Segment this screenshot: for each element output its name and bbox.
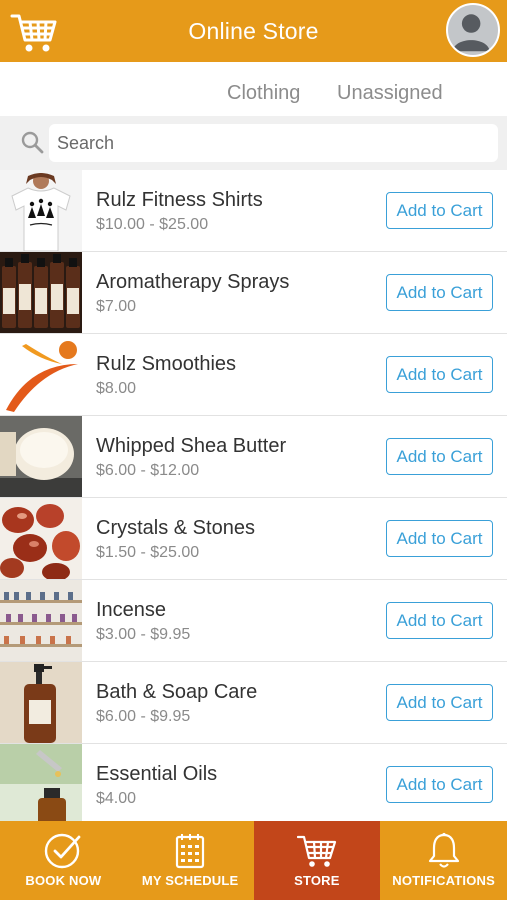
tab-clothing[interactable]: Clothing	[227, 82, 300, 105]
add-to-cart-button[interactable]: Add to Cart	[386, 356, 493, 393]
nav-book-now[interactable]: BOOK NOW	[0, 821, 127, 900]
calendar-icon	[176, 834, 205, 869]
product-name: Essential Oils	[96, 763, 218, 785]
nav-label: BOOK NOW	[25, 873, 102, 888]
dropper-bottle-image	[0, 744, 82, 821]
cart-icon[interactable]	[10, 12, 58, 54]
add-to-cart-button[interactable]: Add to Cart	[386, 602, 493, 639]
red-stones-image	[0, 498, 82, 579]
search-bar	[0, 116, 507, 170]
add-to-cart-button[interactable]: Add to Cart	[386, 684, 493, 721]
product-name: Rulz Fitness Shirts	[96, 189, 263, 211]
add-to-cart-button[interactable]: Add to Cart	[386, 438, 493, 475]
product-name: Aromatherapy Sprays	[96, 271, 290, 293]
search-icon	[20, 130, 44, 154]
swoosh-logo-image	[0, 334, 82, 415]
product-price: $6.00 - $9.95	[96, 708, 191, 725]
nav-my-schedule[interactable]: MY SCHEDULE	[127, 821, 254, 900]
list-item[interactable]: Essential Oils $4.00 Add to Cart	[0, 744, 507, 821]
product-name: Bath & Soap Care	[96, 681, 258, 703]
product-price: $3.00 - $9.95	[96, 626, 191, 643]
spray-bottles-image	[0, 252, 82, 333]
product-name: Whipped Shea Butter	[96, 435, 287, 457]
app-header: Online Store	[0, 0, 507, 62]
list-item[interactable]: Aromatherapy Sprays $7.00 Add to Cart	[0, 252, 507, 334]
category-tabs: Clothing Unassigned	[0, 62, 507, 116]
cart-icon	[296, 835, 336, 867]
product-price: $6.00 - $12.00	[96, 462, 200, 479]
product-price: $8.00	[96, 380, 137, 397]
nav-label: STORE	[294, 873, 340, 888]
add-to-cart-button[interactable]: Add to Cart	[386, 192, 493, 229]
t-shirt-image	[0, 170, 82, 251]
product-name: Incense	[96, 599, 167, 621]
product-list: Rulz Fitness Shirts $10.00 - $25.00 Add …	[0, 170, 507, 821]
list-item[interactable]: Rulz Smoothies $8.00 Add to Cart	[0, 334, 507, 416]
check-circle-icon	[45, 833, 81, 869]
search-input[interactable]	[49, 124, 498, 162]
add-to-cart-button[interactable]: Add to Cart	[386, 274, 493, 311]
nav-store[interactable]: STORE	[253, 821, 381, 900]
nav-label: MY SCHEDULE	[141, 873, 239, 888]
soap-bottle-image	[0, 662, 82, 743]
bell-icon	[428, 832, 459, 868]
list-item[interactable]: Bath & Soap Care $6.00 - $9.95 Add to Ca…	[0, 662, 507, 744]
list-item[interactable]: Crystals & Stones $1.50 - $25.00 Add to …	[0, 498, 507, 580]
page-title: Online Store	[188, 17, 319, 44]
list-item[interactable]: Rulz Fitness Shirts $10.00 - $25.00 Add …	[0, 170, 507, 252]
list-item[interactable]: Incense $3.00 - $9.95 Add to Cart	[0, 580, 507, 662]
list-item[interactable]: Whipped Shea Butter $6.00 - $12.00 Add t…	[0, 416, 507, 498]
tab-unassigned[interactable]: Unassigned	[337, 82, 443, 105]
product-price: $4.00	[96, 790, 137, 807]
product-price: $10.00 - $25.00	[96, 216, 209, 233]
add-to-cart-button[interactable]: Add to Cart	[386, 766, 493, 803]
incense-shelf-image	[0, 580, 82, 661]
product-name: Rulz Smoothies	[96, 353, 237, 375]
product-price: $7.00	[96, 298, 137, 315]
nav-label: NOTIFICATIONS	[392, 873, 495, 888]
user-avatar-icon[interactable]	[446, 3, 500, 57]
product-name: Crystals & Stones	[96, 517, 255, 539]
nav-notifications[interactable]: NOTIFICATIONS	[380, 821, 507, 900]
bottom-nav: BOOK NOW MY SCHEDULE STORE NOTIFICATIONS	[0, 821, 507, 900]
butter-jar-image	[0, 416, 82, 497]
product-price: $1.50 - $25.00	[96, 544, 200, 561]
add-to-cart-button[interactable]: Add to Cart	[386, 520, 493, 557]
